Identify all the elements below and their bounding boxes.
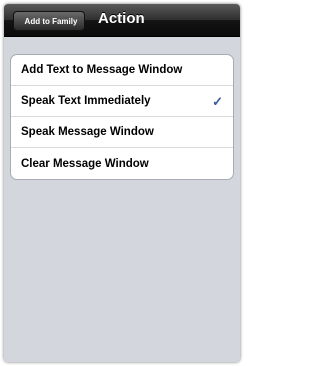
list-item-label: Add Text to Message Window <box>21 64 183 76</box>
checkmark-icon: ✓ <box>212 94 223 109</box>
list-item-label: Speak Message Window <box>21 126 154 138</box>
back-button[interactable]: Add to Family <box>13 11 85 31</box>
list-item-speak-message[interactable]: Speak Message Window <box>11 117 233 148</box>
list-item-clear-message[interactable]: Clear Message Window <box>11 148 233 179</box>
action-list: Add Text to Message Window Speak Text Im… <box>10 54 234 180</box>
navigation-bar: Add to Family Action <box>4 4 240 37</box>
list-item-label: Speak Text Immediately <box>21 95 151 107</box>
page-title: Action <box>98 10 145 27</box>
list-item-speak-text[interactable]: Speak Text Immediately ✓ <box>11 86 233 117</box>
list-item-add-text[interactable]: Add Text to Message Window <box>11 55 233 86</box>
list-item-label: Clear Message Window <box>21 157 149 170</box>
app-frame: Add to Family Action Add Text to Message… <box>4 4 240 362</box>
back-button-label: Add to Family <box>24 16 78 26</box>
